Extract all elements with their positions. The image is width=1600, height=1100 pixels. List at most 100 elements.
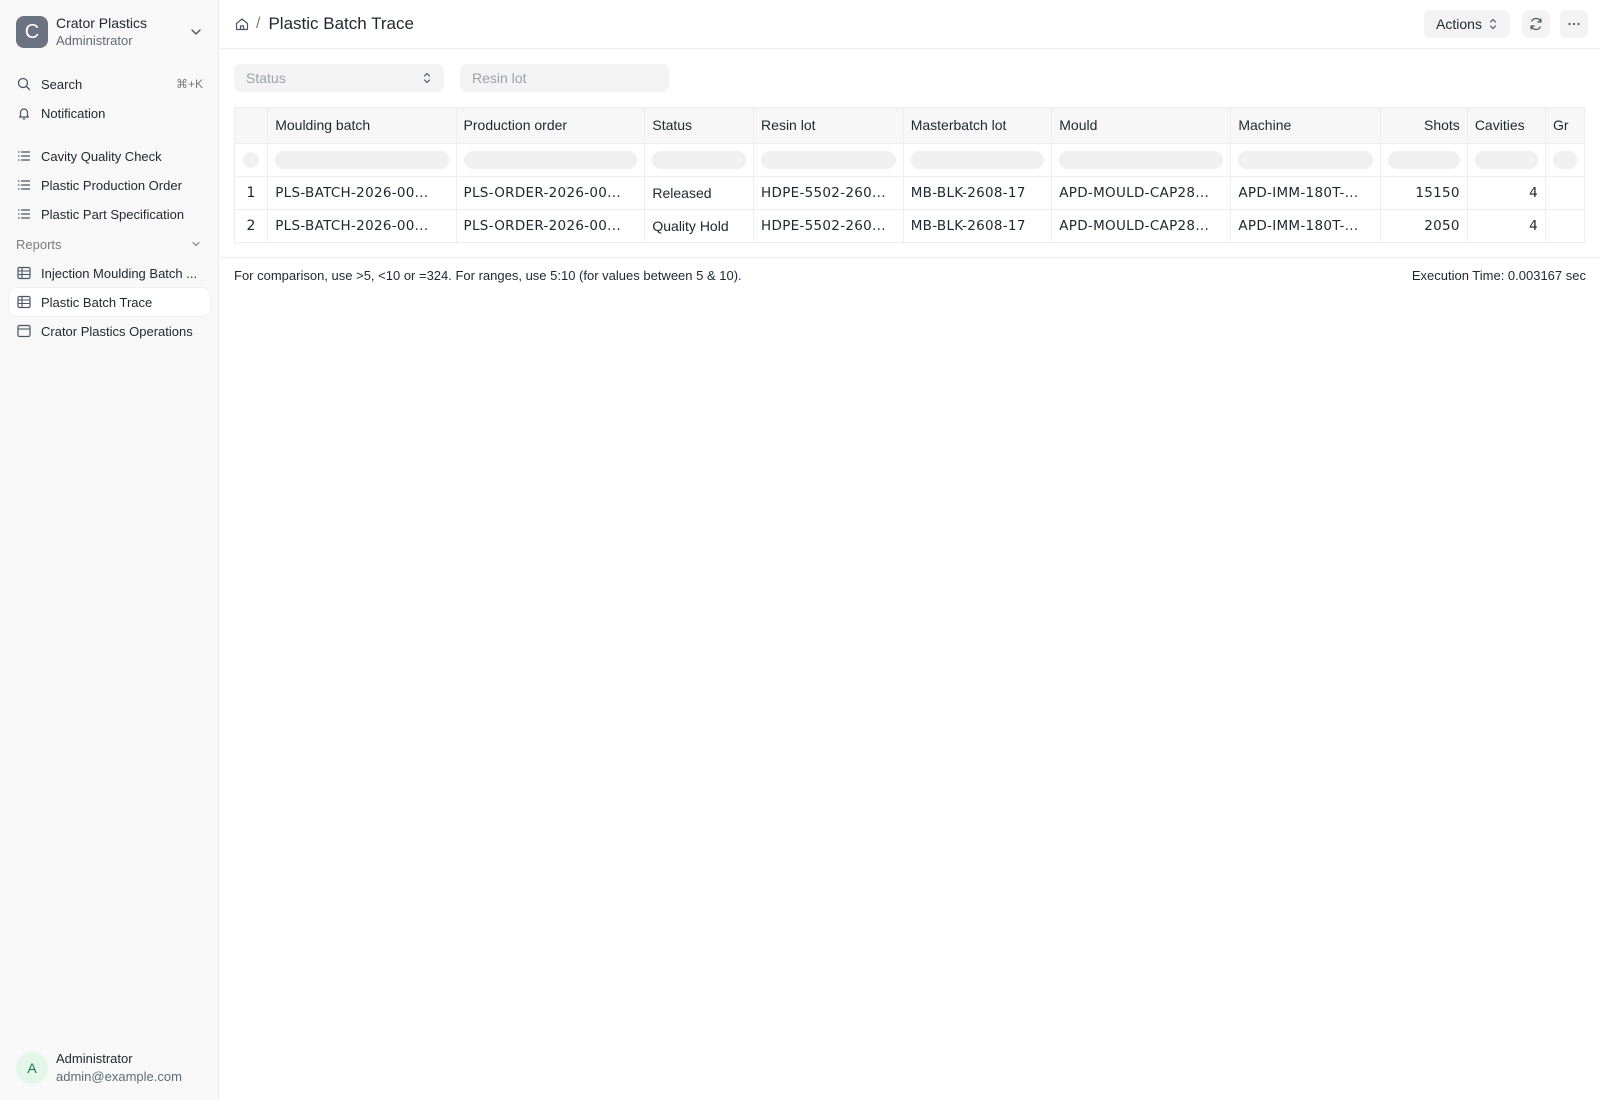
table-row[interactable]: 1 PLS-BATCH-2026-00... PLS-ORDER-2026-00… (235, 176, 1585, 210)
sidebar-item-plastic-production-order[interactable]: Plastic Production Order (9, 171, 210, 199)
user-name: Administrator (56, 1051, 133, 1066)
actions-button[interactable]: Actions (1424, 10, 1510, 38)
search-icon (16, 76, 32, 92)
column-header[interactable]: Machine (1230, 108, 1381, 144)
column-header[interactable]: Gr (1545, 108, 1585, 144)
avatar: A (16, 1052, 48, 1084)
column-filter-input[interactable] (761, 150, 896, 169)
sidebar-item-label: Plastic Part Specification (41, 206, 185, 222)
row-index: 2 (235, 209, 269, 243)
dashboard-icon (16, 323, 32, 339)
cell-cavities[interactable]: 4 (1467, 176, 1547, 210)
column-filter-input[interactable] (910, 150, 1045, 169)
updown-icon (423, 72, 431, 84)
reports-section-label: Reports (16, 236, 62, 252)
table-icon (16, 265, 32, 281)
cell-machine[interactable]: APD-IMM-180T-... (1230, 209, 1381, 243)
cell-production-order[interactable]: PLS-ORDER-2026-00... (456, 209, 646, 243)
sidebar-search[interactable]: Search ⌘+K (9, 70, 210, 98)
column-header[interactable]: Shots (1380, 108, 1468, 144)
cell-machine[interactable]: APD-IMM-180T-... (1230, 176, 1381, 210)
cell-shots[interactable]: 15150 (1380, 176, 1468, 210)
sidebar-item-label: Crator Plastics Operations (41, 323, 193, 339)
column-filter-input[interactable] (463, 150, 638, 169)
breadcrumb-separator: / (256, 15, 261, 32)
cell-status[interactable]: Quality Hold (644, 209, 755, 243)
row-index: 1 (235, 176, 269, 210)
more-options-button[interactable] (1560, 10, 1588, 38)
workspace-name: Crator Plastics (56, 15, 148, 31)
refresh-button[interactable] (1522, 10, 1550, 38)
table-icon (16, 294, 32, 310)
sidebar-item-label: Plastic Production Order (41, 177, 182, 193)
cell-cavities[interactable]: 4 (1467, 209, 1547, 243)
cell-truncated[interactable] (1545, 209, 1585, 243)
cell-truncated[interactable] (1545, 176, 1585, 210)
cell-mould[interactable]: APD-MOULD-CAP28... (1051, 176, 1232, 210)
column-filter-row (235, 143, 1585, 177)
column-header[interactable]: Moulding batch (267, 108, 457, 144)
cell-moulding-batch[interactable]: PLS-BATCH-2026-00... (267, 176, 457, 210)
user-email: admin@example.com (56, 1069, 182, 1084)
search-shortcut: ⌘+K (175, 77, 203, 91)
column-filter-input[interactable] (652, 150, 747, 169)
home-icon[interactable] (234, 16, 250, 32)
sidebar-item-cavity-quality-check[interactable]: Cavity Quality Check (9, 142, 210, 170)
chevron-down-icon (191, 29, 201, 35)
column-filter-input[interactable] (1474, 150, 1539, 169)
column-header[interactable]: Mould (1051, 108, 1232, 144)
list-icon (16, 148, 32, 164)
divider (220, 257, 1600, 258)
report-table: Moulding batch Production order Status R… (234, 107, 1585, 244)
column-header[interactable]: Production order (456, 108, 646, 144)
column-header-index (235, 108, 269, 144)
reports-section-toggle[interactable]: Reports (16, 235, 202, 253)
breadcrumb: / Plastic Batch Trace (234, 13, 414, 35)
sidebar-item-plastic-part-specification[interactable]: Plastic Part Specification (9, 200, 210, 228)
cell-mould[interactable]: APD-MOULD-CAP28... (1051, 209, 1232, 243)
cell-resin-lot[interactable]: HDPE-5502-260... (753, 209, 904, 243)
cell-moulding-batch[interactable]: PLS-BATCH-2026-00... (267, 209, 457, 243)
page-title: Plastic Batch Trace (268, 14, 414, 33)
execution-time: Execution Time: 0.003167 sec (1411, 268, 1586, 283)
sidebar-item-label: Cavity Quality Check (41, 148, 162, 164)
cell-shots[interactable]: 2050 (1380, 209, 1468, 243)
cell-production-order[interactable]: PLS-ORDER-2026-00... (456, 176, 646, 210)
column-header[interactable]: Resin lot (753, 108, 904, 144)
search-label: Search (41, 76, 83, 92)
workspace-switcher[interactable]: C Crator Plastics Administrator (16, 15, 204, 48)
filter-hint: For comparison, use >5, <10 or =324. For… (234, 268, 742, 283)
workspace-logo: C (16, 16, 48, 48)
chevron-down-icon (192, 241, 200, 247)
cell-resin-lot[interactable]: HDPE-5502-260... (753, 176, 904, 210)
status-filter-select[interactable]: Status (234, 64, 444, 92)
column-filter-input[interactable] (1387, 150, 1460, 169)
column-filter-input[interactable] (1553, 150, 1577, 169)
column-filter-input[interactable] (275, 150, 449, 169)
resin-lot-filter-input[interactable]: Resin lot (460, 64, 669, 92)
sidebar-notification[interactable]: Notification (9, 99, 210, 127)
cell-masterbatch-lot[interactable]: MB-BLK-2608-17 (903, 176, 1053, 210)
sidebar-item-crator-plastics-operations[interactable]: Crator Plastics Operations (9, 317, 210, 345)
column-header[interactable]: Masterbatch lot (903, 108, 1053, 144)
table-row[interactable]: 2 PLS-BATCH-2026-00... PLS-ORDER-2026-00… (235, 209, 1585, 243)
column-filter-input[interactable] (1059, 150, 1224, 169)
bell-icon (16, 105, 32, 121)
user-menu[interactable]: A Administrator admin@example.com (16, 1050, 206, 1086)
cell-status[interactable]: Released (644, 176, 755, 210)
column-header[interactable]: Cavities (1467, 108, 1547, 144)
sidebar-item-injection-moulding-batch[interactable]: Injection Moulding Batch ... (9, 259, 210, 287)
column-filter-input[interactable] (1238, 150, 1373, 169)
notification-label: Notification (41, 105, 106, 121)
list-icon (16, 177, 32, 193)
cell-masterbatch-lot[interactable]: MB-BLK-2608-17 (903, 209, 1053, 243)
actions-label: Actions (1436, 16, 1482, 32)
sidebar-item-plastic-batch-trace[interactable]: Plastic Batch Trace (9, 288, 210, 316)
column-header[interactable]: Status (644, 108, 755, 144)
sidebar: C Crator Plastics Administrator Search ⌘… (0, 0, 219, 1100)
more-horizontal-icon (1568, 22, 1580, 26)
table-header-row: Moulding batch Production order Status R… (235, 108, 1585, 144)
refresh-icon (1530, 17, 1542, 31)
select-all-checkbox[interactable] (243, 151, 260, 168)
updown-icon (1489, 18, 1497, 30)
